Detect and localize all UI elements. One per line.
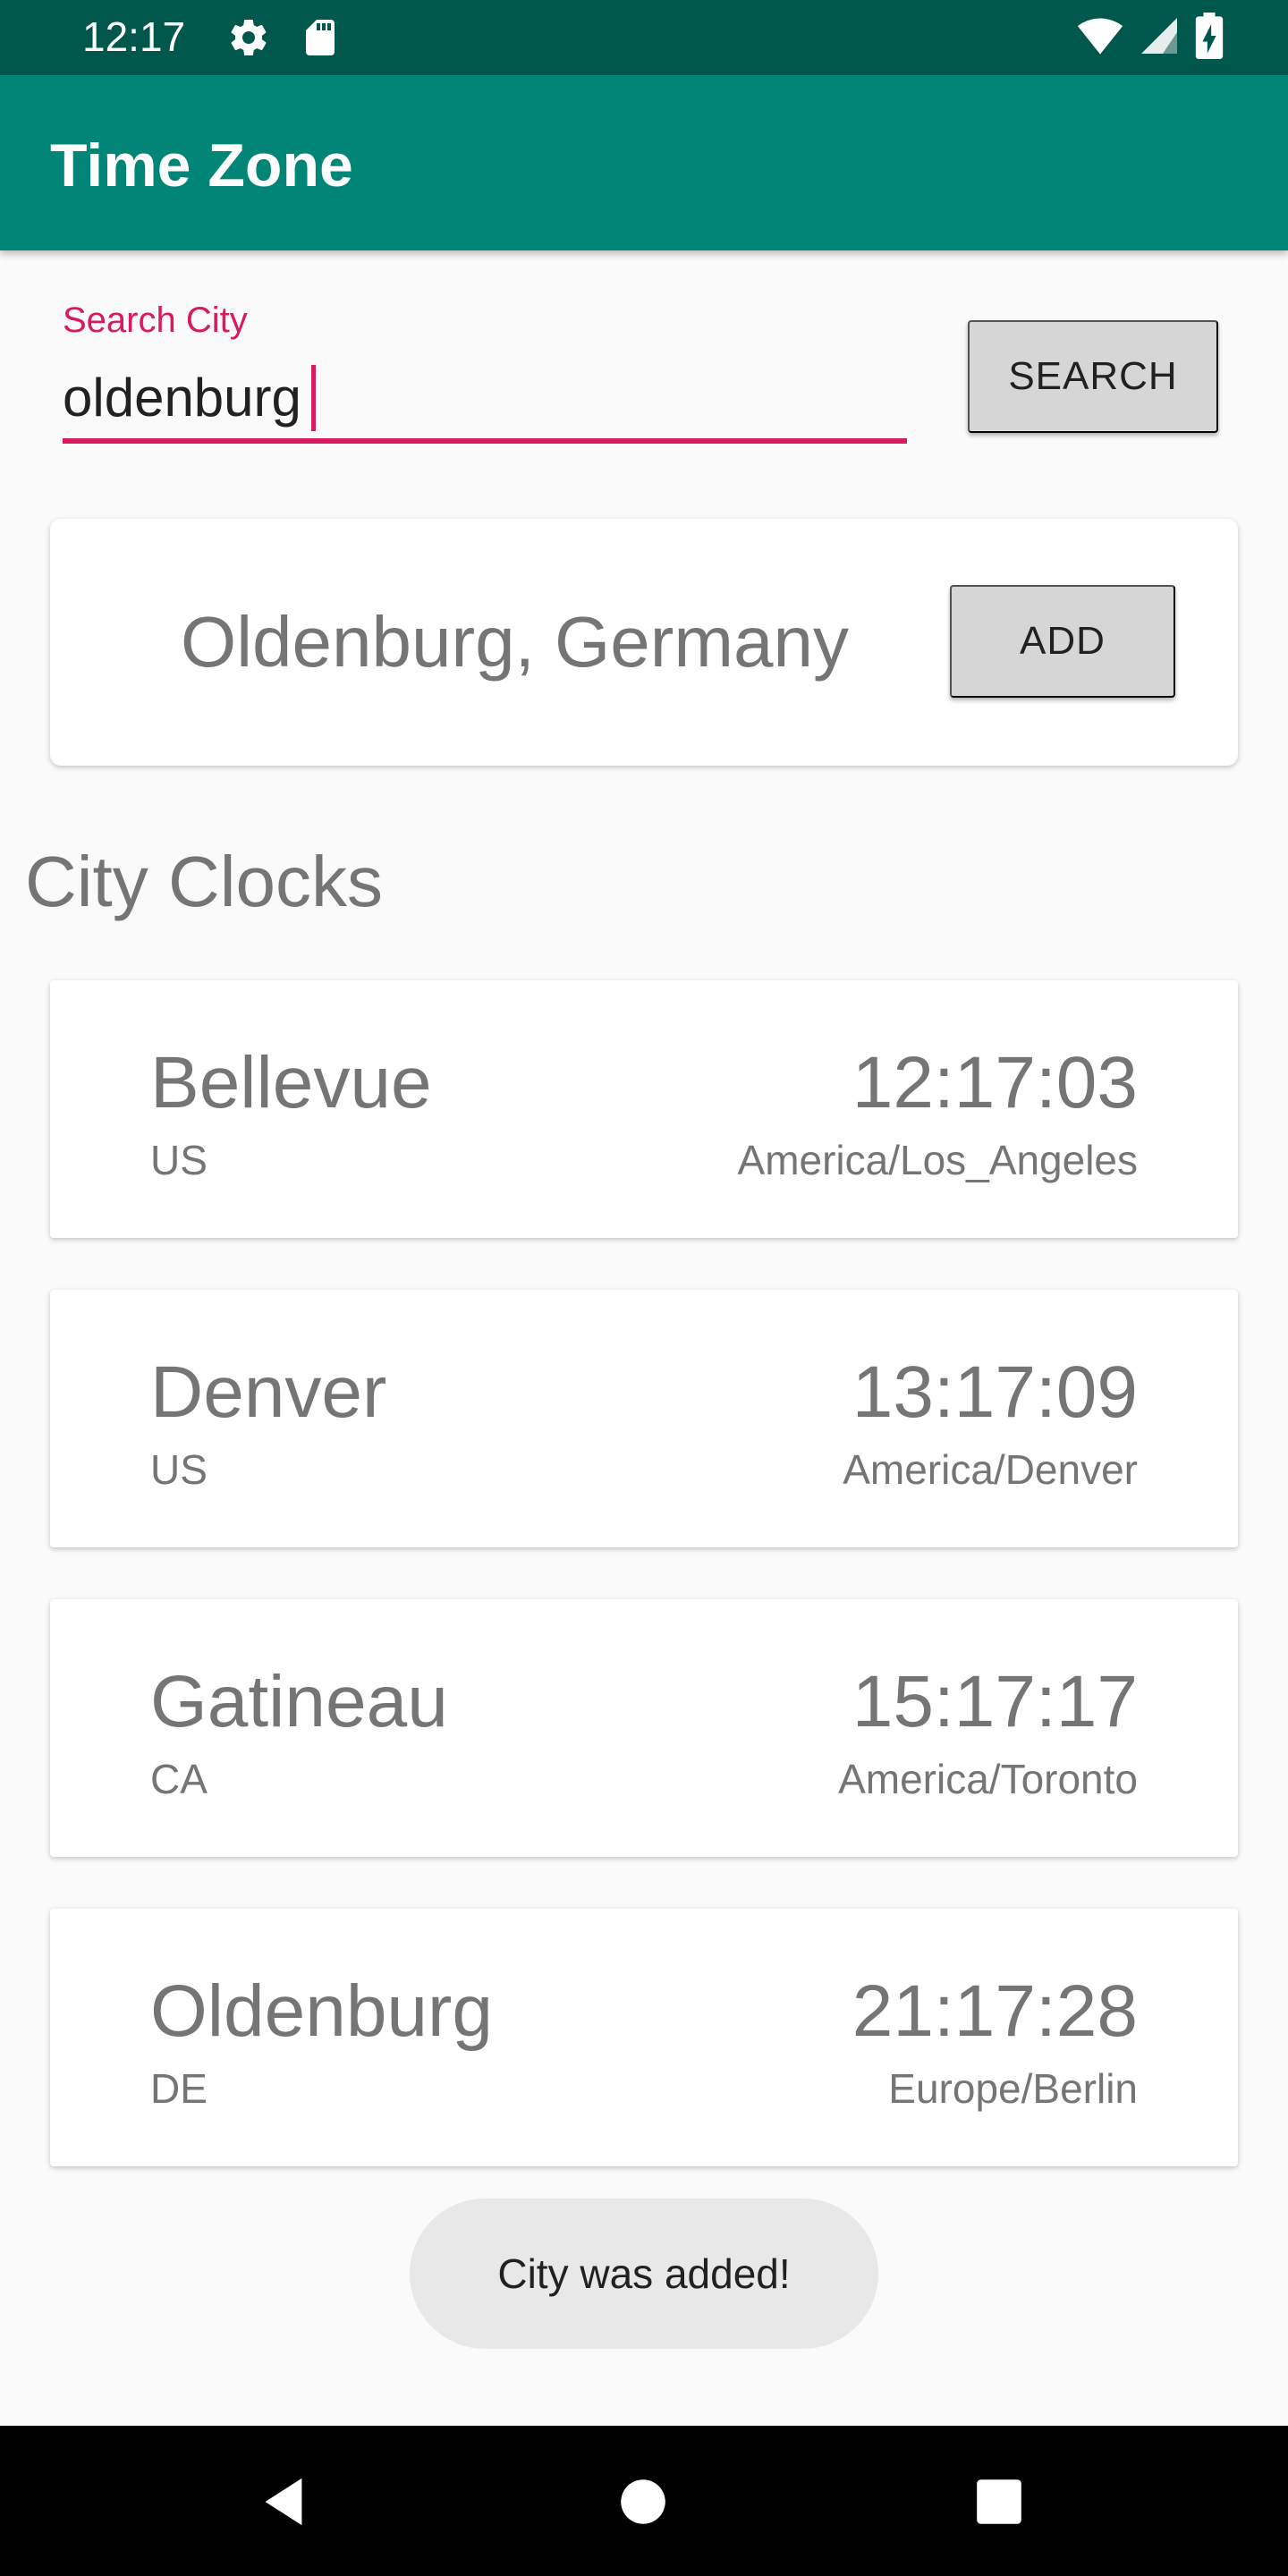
gear-icon [227, 16, 270, 59]
clock-time: 13:17:09 [852, 1352, 1138, 1433]
clock-zone: Europe/Berlin [888, 2065, 1138, 2112]
clock-country: CA [150, 1756, 208, 1802]
clock-zone: America/Los_Angeles [737, 1137, 1138, 1183]
clock-city: Oldenburg [150, 1970, 493, 2052]
clock-card[interactable]: Denver US 13:17:09 America/Denver [50, 1290, 1238, 1547]
status-bar: 12:17 [0, 0, 1288, 75]
battery-charging-icon [1195, 13, 1224, 64]
app-title: Time Zone [50, 131, 353, 199]
status-time: 12:17 [82, 13, 186, 60]
recents-icon[interactable] [968, 2470, 1030, 2533]
nav-bar [0, 2426, 1288, 2576]
clock-zone: America/Denver [843, 1446, 1138, 1493]
text-cursor [311, 365, 316, 431]
back-icon[interactable] [252, 2470, 315, 2533]
result-city-name: Oldenburg, Germany [181, 602, 850, 682]
clock-time: 12:17:03 [852, 1042, 1138, 1123]
toast-message: City was added! [410, 2199, 878, 2349]
clock-country: US [150, 1137, 208, 1183]
search-label: Search City [63, 301, 248, 340]
add-button[interactable]: ADD [950, 585, 1175, 698]
section-title: City Clocks [25, 842, 384, 921]
app-bar: Time Zone [0, 75, 1288, 250]
signal-icon [1138, 14, 1181, 62]
wifi-icon [1077, 13, 1123, 64]
clock-zone: America/Toronto [838, 1756, 1138, 1802]
home-icon[interactable] [612, 2470, 674, 2533]
clock-city: Gatineau [150, 1661, 448, 1742]
clock-card[interactable]: Bellevue US 12:17:03 America/Los_Angeles [50, 980, 1238, 1238]
clock-country: DE [150, 2065, 208, 2112]
clock-card[interactable]: Gatineau CA 15:17:17 America/Toronto [50, 1599, 1238, 1857]
clock-city: Denver [150, 1352, 387, 1433]
clock-city: Bellevue [150, 1042, 432, 1123]
clock-time: 15:17:17 [852, 1661, 1138, 1742]
search-underline [63, 438, 907, 444]
sd-card-icon [299, 16, 342, 59]
clock-time: 21:17:28 [852, 1970, 1138, 2052]
clock-country: US [150, 1446, 208, 1493]
search-result-card: Oldenburg, Germany ADD [50, 519, 1238, 766]
search-input[interactable] [63, 358, 907, 436]
clock-card[interactable]: Oldenburg DE 21:17:28 Europe/Berlin [50, 1909, 1238, 2166]
search-button[interactable]: SEARCH [968, 320, 1218, 433]
